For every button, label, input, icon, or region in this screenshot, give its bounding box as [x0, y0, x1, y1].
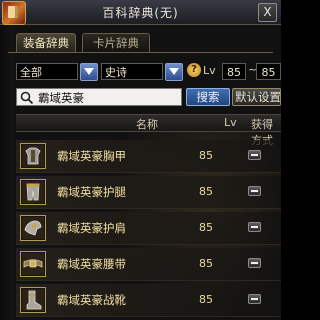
- item-slot[interactable]: [20, 143, 46, 169]
- left-rail: [0, 24, 14, 320]
- chevron-down-icon: [84, 68, 94, 75]
- table-header: 名称 Lv 获得方式: [16, 114, 281, 147]
- table-row[interactable]: 霸域英豪护肩 85: [16, 212, 281, 245]
- obtain-method-icon[interactable]: [248, 294, 261, 304]
- item-slot[interactable]: [20, 215, 46, 241]
- item-level: 85: [199, 257, 213, 270]
- tab-cards[interactable]: 卡片辞典: [82, 33, 150, 52]
- rarity-dropdown-button[interactable]: [165, 63, 183, 81]
- table-row[interactable]: 霸域英豪胸甲 85: [16, 140, 281, 173]
- help-icon[interactable]: ?: [187, 63, 201, 77]
- table-row[interactable]: 霸域英豪战靴 85: [16, 284, 281, 317]
- level-max-input[interactable]: 85: [256, 63, 281, 80]
- item-level: 85: [199, 293, 213, 306]
- item-name: 霸域英豪战靴: [57, 293, 126, 307]
- item-level: 85: [199, 221, 213, 234]
- item-level: 85: [199, 149, 213, 162]
- category-dropdown-button[interactable]: [80, 63, 98, 81]
- item-name: 霸域英豪胸甲: [57, 149, 126, 163]
- item-slot[interactable]: [20, 287, 46, 313]
- belt-icon: [22, 253, 44, 275]
- level-label: Lv: [203, 64, 216, 77]
- item-slot[interactable]: [20, 251, 46, 277]
- boots-icon: [22, 289, 44, 311]
- shoulder-armor-icon: [22, 217, 44, 239]
- item-level: 85: [199, 185, 213, 198]
- search-button[interactable]: 搜索: [186, 88, 230, 106]
- search-input[interactable]: 霸域英豪: [16, 88, 182, 106]
- obtain-method-icon[interactable]: [248, 222, 261, 232]
- close-button[interactable]: X: [258, 3, 277, 22]
- reset-defaults-button[interactable]: 默认设置: [232, 88, 281, 106]
- search-icon: [20, 91, 34, 105]
- leg-armor-icon: [22, 181, 44, 203]
- search-value: 霸域英豪: [38, 91, 84, 105]
- window-title: 百科辞典(无): [102, 6, 179, 20]
- level-min-input[interactable]: 85: [222, 63, 246, 80]
- item-slot[interactable]: [20, 179, 46, 205]
- category-select[interactable]: 全部: [16, 63, 78, 80]
- item-name: 霸域英豪护肩: [57, 221, 126, 235]
- chevron-down-icon: [169, 68, 179, 75]
- title-bar[interactable]: 百科辞典(无) X: [0, 0, 281, 25]
- obtain-method-icon[interactable]: [248, 150, 261, 160]
- chest-armor-icon: [22, 145, 44, 167]
- header-name: 名称: [136, 118, 158, 131]
- rarity-select[interactable]: 史诗: [101, 63, 163, 80]
- item-name: 霸域英豪护腿: [57, 185, 126, 199]
- header-lv: Lv: [224, 116, 237, 129]
- tab-equipment[interactable]: 装备辞典: [16, 33, 76, 53]
- obtain-method-icon[interactable]: [248, 258, 261, 268]
- encyclopedia-window: 百科辞典(无) X 装备辞典 卡片辞典 全部 史诗 ? Lv 85 ~ 85 霸…: [0, 0, 281, 320]
- table-row[interactable]: 霸域英豪护腿 85: [16, 176, 281, 209]
- tab-divider: [8, 52, 273, 53]
- table-row[interactable]: 霸域英豪腰带 85: [16, 248, 281, 281]
- item-name: 霸域英豪腰带: [57, 257, 126, 271]
- obtain-method-icon[interactable]: [248, 186, 261, 196]
